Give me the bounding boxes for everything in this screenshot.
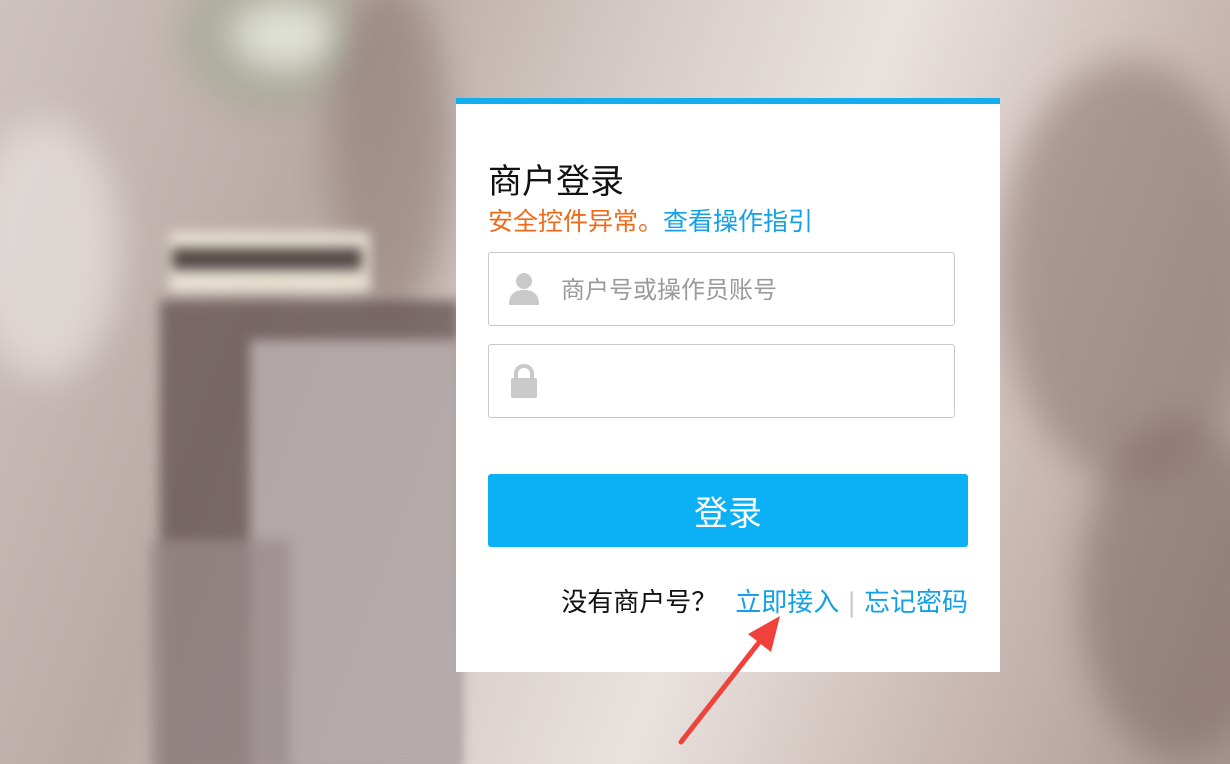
password-field[interactable] xyxy=(488,344,955,418)
login-card: 商户登录 安全控件异常。查看操作指引 登录 没有商户号？立即接入|忘记密码 xyxy=(456,98,1000,672)
link-separator: | xyxy=(847,588,856,618)
warning-text: 安全控件异常。 xyxy=(488,207,664,236)
security-warning: 安全控件异常。查看操作指引 xyxy=(488,206,813,238)
guide-link[interactable]: 查看操作指引 xyxy=(663,207,813,236)
password-input[interactable] xyxy=(559,355,943,409)
forgot-password-link[interactable]: 忘记密码 xyxy=(864,588,968,618)
lock-icon xyxy=(507,363,541,399)
user-icon xyxy=(507,271,541,307)
login-button[interactable]: 登录 xyxy=(488,474,968,547)
username-input[interactable] xyxy=(559,263,943,317)
annotation-arrow-icon xyxy=(678,616,780,745)
username-field[interactable] xyxy=(488,252,955,326)
page-title: 商户登录 xyxy=(488,162,624,202)
